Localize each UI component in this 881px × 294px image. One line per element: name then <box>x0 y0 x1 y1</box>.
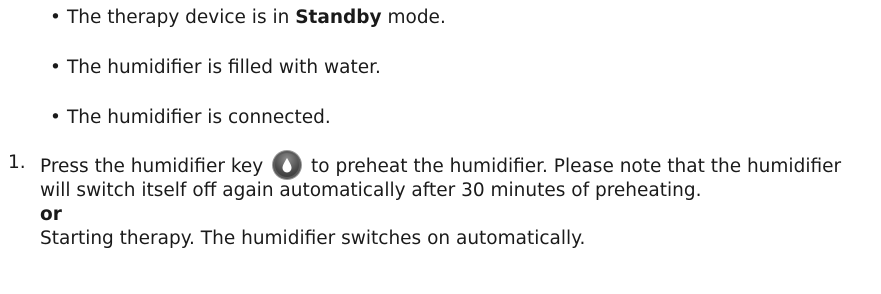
bullet-marker: • <box>50 107 61 128</box>
text-run: mode. <box>381 7 446 28</box>
step-1: 1. Press the humidifier key to preheat t… <box>8 151 873 251</box>
list-item: • The therapy device is in Standby mode. <box>48 6 446 30</box>
step-number: 1. <box>8 152 26 173</box>
standby-keyword: Standby <box>295 7 382 28</box>
bullet-marker: • <box>50 57 61 78</box>
list-item-text: The humidifier is filled with water. <box>67 57 381 78</box>
document-page: • The therapy device is in Standby mode.… <box>0 0 881 294</box>
step-text: Press the humidifier key <box>40 156 264 177</box>
humidifier-key-icon <box>273 151 302 179</box>
prerequisite-list: • The therapy device is in Standby mode.… <box>48 6 446 156</box>
water-drop-icon <box>282 158 292 173</box>
list-item: • The humidifier is connected. <box>48 106 446 130</box>
list-item: • The humidifier is filled with water. <box>48 56 446 80</box>
bullet-marker: • <box>50 7 61 28</box>
step-body: Press the humidifier key to preheat the … <box>40 151 873 251</box>
list-item-text: The humidifier is connected. <box>67 107 331 128</box>
or-keyword: or <box>40 204 62 225</box>
list-item-text: The therapy device is in Standby mode. <box>67 7 446 28</box>
alternative-text: Starting therapy. The humidifier switche… <box>40 228 586 249</box>
text-run: The therapy device is in <box>67 7 296 28</box>
